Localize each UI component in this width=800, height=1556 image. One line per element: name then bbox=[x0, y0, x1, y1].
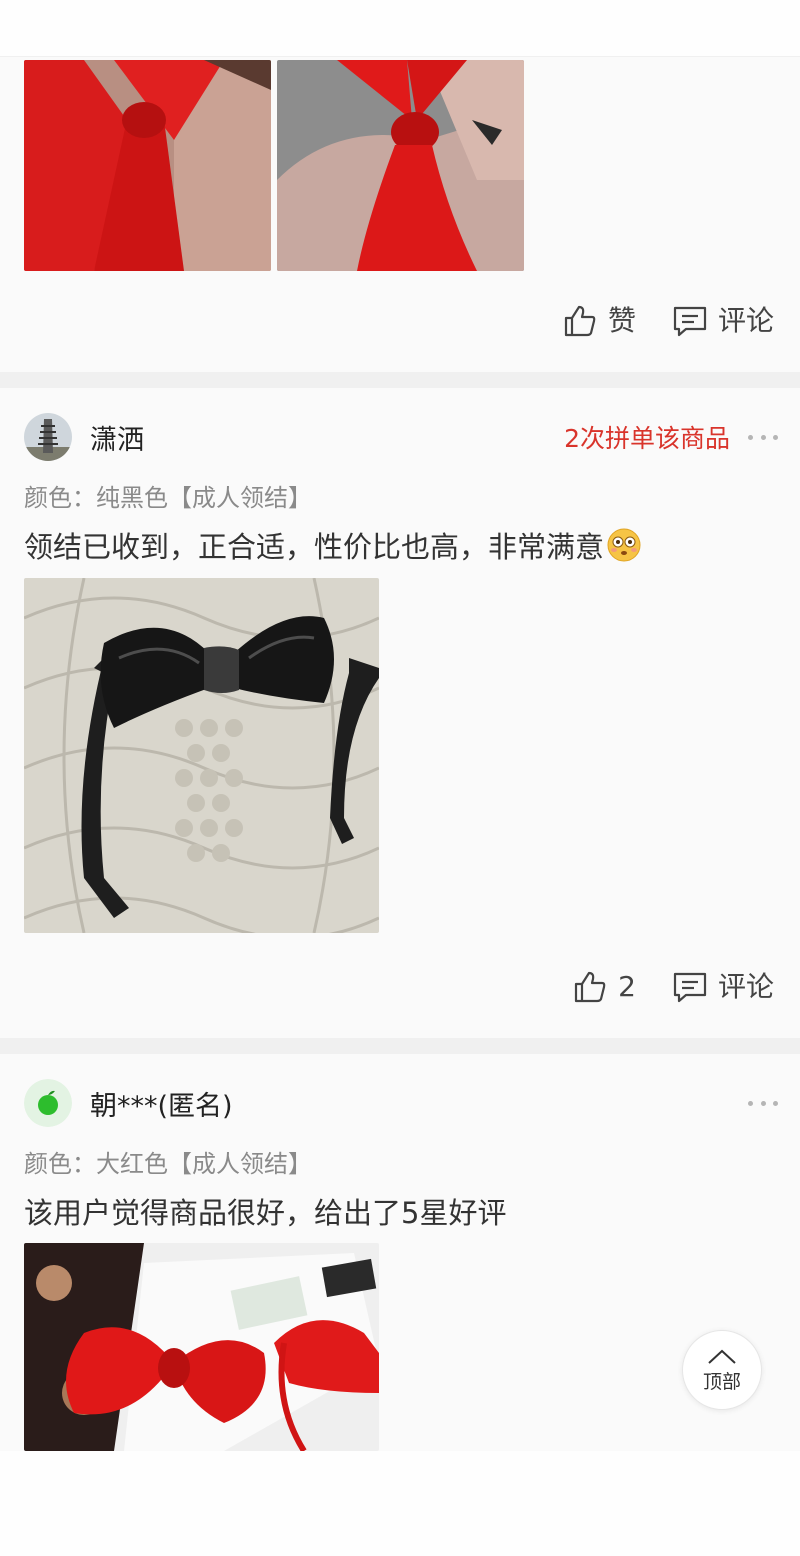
review-photo[interactable] bbox=[277, 60, 524, 271]
red-bowtie-photo bbox=[277, 60, 524, 271]
like-label: 赞 bbox=[607, 304, 636, 337]
top-bar bbox=[0, 0, 800, 57]
user-row-right: 2次拼单该商品 bbox=[564, 419, 778, 455]
comment-icon bbox=[673, 306, 707, 337]
review-card-2: 潇洒 2次拼单该商品 颜色：纯黑色【成人领结】 领结已收到，正合适，性价比也高，… bbox=[0, 388, 800, 1038]
chevron-up-icon bbox=[708, 1349, 736, 1364]
review-text-row: 领结已收到，正合适，性价比也高，非常满意 bbox=[24, 524, 642, 566]
repeat-purchase-badge: 2次拼单该商品 bbox=[564, 424, 730, 453]
comment-label: 评论 bbox=[717, 304, 774, 337]
product-spec: 颜色：纯黑色【成人领结】 bbox=[24, 484, 312, 512]
flushed-face-emoji-icon bbox=[607, 528, 641, 562]
username[interactable]: 朝***(匿名) bbox=[90, 1084, 233, 1123]
like-button[interactable]: 赞 bbox=[562, 303, 636, 339]
comment-label: 评论 bbox=[717, 970, 774, 1003]
card-separator bbox=[0, 372, 800, 388]
thumbs-up-icon bbox=[575, 971, 606, 1003]
review-text-row: 该用户觉得商品很好，给出了5星好评 bbox=[24, 1190, 506, 1232]
comment-button[interactable]: 评论 bbox=[672, 303, 774, 339]
review-photo[interactable] bbox=[24, 1243, 379, 1451]
comment-button[interactable]: 评论 bbox=[672, 969, 774, 1005]
comment-icon bbox=[673, 972, 707, 1003]
review-card-1: 赞 评论 bbox=[0, 57, 800, 372]
reviews-page: 赞 评论 潇洒 2次拼单该商品 颜色：纯黑色【成人领结】 领结已收到，正合适，性… bbox=[0, 0, 800, 1556]
like-button[interactable]: 2 bbox=[572, 969, 636, 1005]
user-row: 朝***(匿名) bbox=[24, 1078, 778, 1128]
username[interactable]: 潇洒 bbox=[90, 418, 144, 457]
red-bowtie-photo bbox=[24, 1243, 379, 1451]
avatar[interactable] bbox=[24, 413, 72, 461]
thumbs-up-icon bbox=[564, 305, 596, 337]
card-footer-blank bbox=[0, 1451, 800, 1556]
review-actions: 2 评论 bbox=[536, 969, 774, 1005]
like-count: 2 bbox=[618, 970, 636, 1003]
pagoda-avatar-image bbox=[24, 413, 72, 461]
black-bowtie-photo bbox=[24, 578, 379, 933]
back-to-top-label: 顶部 bbox=[702, 1370, 741, 1393]
user-row-right bbox=[748, 1098, 778, 1108]
review-photo[interactable] bbox=[24, 578, 379, 933]
green-apple-avatar-icon bbox=[24, 1079, 72, 1127]
more-options-icon[interactable] bbox=[748, 1098, 778, 1108]
review-text: 该用户觉得商品很好，给出了5星好评 bbox=[24, 1196, 507, 1230]
review-photo[interactable] bbox=[24, 60, 271, 271]
more-options-icon[interactable] bbox=[748, 432, 778, 442]
back-to-top-button[interactable]: 顶部 bbox=[682, 1330, 762, 1410]
card-separator bbox=[0, 1038, 800, 1054]
review-actions: 赞 评论 bbox=[526, 303, 774, 339]
review-card-3: 朝***(匿名) 颜色：大红色【成人领结】 该用户觉得商品很好，给出了5星好评 bbox=[0, 1054, 800, 1556]
avatar[interactable] bbox=[24, 1079, 72, 1127]
red-bowtie-photo bbox=[24, 60, 271, 271]
product-spec: 颜色：大红色【成人领结】 bbox=[24, 1150, 312, 1178]
review-text: 领结已收到，正合适，性价比也高，非常满意 bbox=[24, 530, 605, 564]
user-row: 潇洒 2次拼单该商品 bbox=[24, 412, 778, 462]
